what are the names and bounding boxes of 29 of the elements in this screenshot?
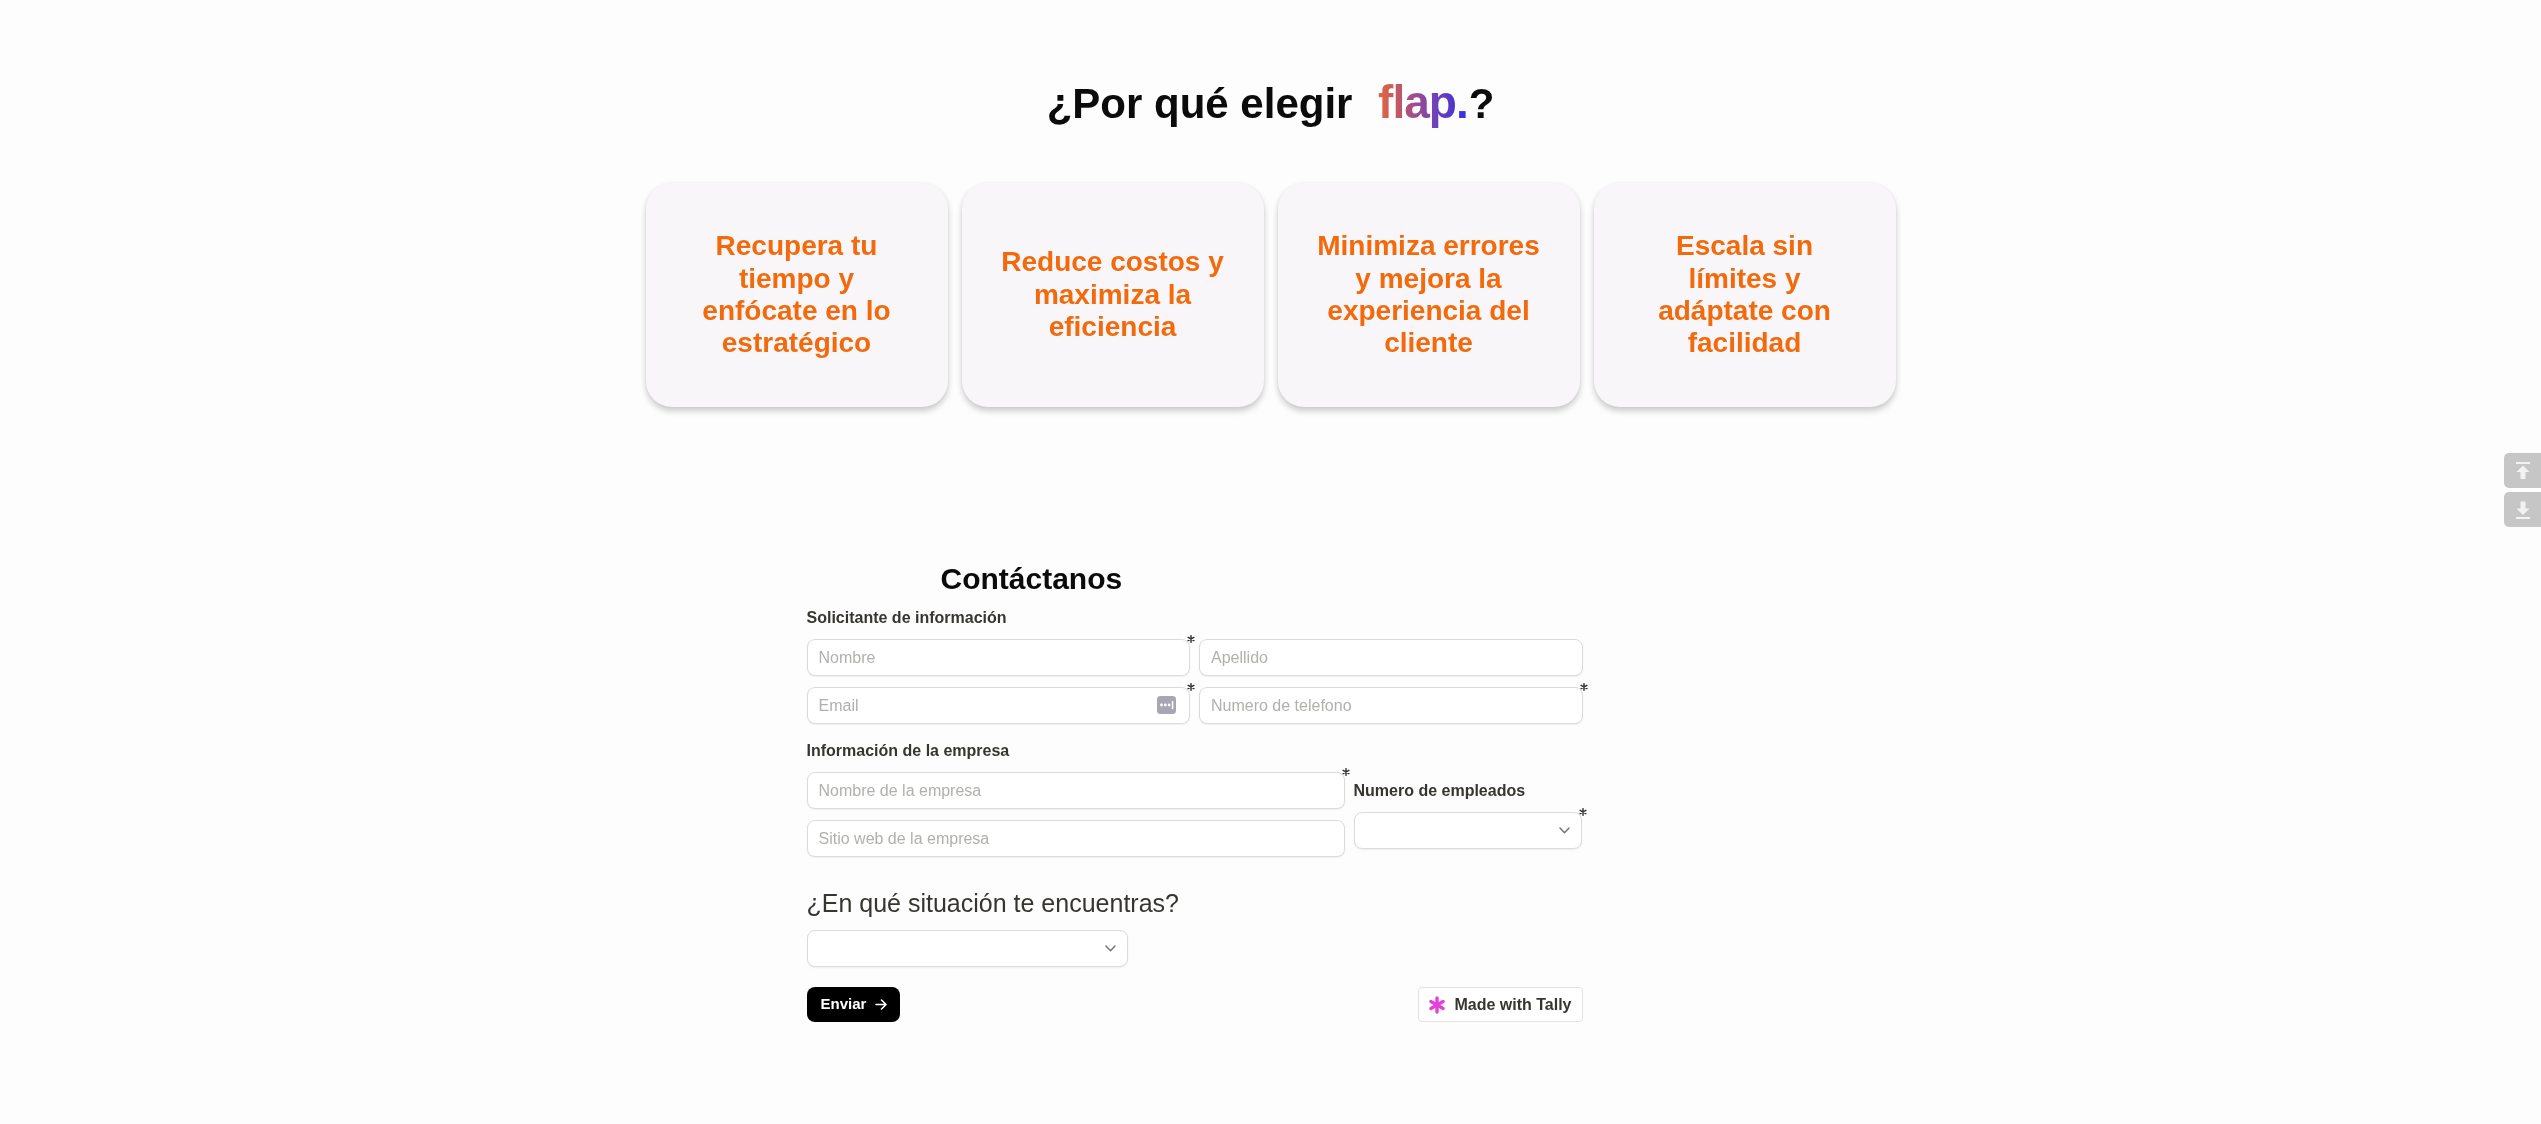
input-field[interactable]: Numero de telefono [1199,687,1583,724]
benefit-text: Recupera tu tiempo y enfócate en lo estratégico [701,230,892,360]
input-field[interactable]: Sitio web de la empresa [806,820,1345,857]
scroll-down-button[interactable] [2504,492,2541,527]
arrow-up-icon [2514,461,2531,480]
chevron-down-icon [1558,826,1570,834]
input-field[interactable]: Nombre [806,639,1190,676]
dots-icon[interactable] [1157,696,1176,714]
benefit-text: Minimiza errores y mejora la experiencia del cliente [1316,230,1541,360]
form-title: Contáctanos [940,561,1124,597]
section-title: ¿Por qué elegir flap.? [1046,77,1495,129]
made-with-tally-link[interactable]: Made with Tally [1418,987,1583,1022]
input-field[interactable]: Nombre de la empresa [806,772,1345,809]
arrow-right-icon [875,999,888,1010]
benefit-text: Reduce costos y maximiza la eficiencia [1000,246,1225,344]
section-label: Información de la empresa [806,741,1011,760]
chevron-down-icon [1104,945,1116,952]
scroll-up-button[interactable] [2504,453,2541,488]
situation-dropdown[interactable] [806,930,1128,967]
benefit-text: Escala sin límites y adáptate con facilidad [1657,230,1832,360]
employees-dropdown[interactable] [1353,811,1582,849]
input-field[interactable]: Apellido [1199,639,1583,676]
section-label: Solicitante de información [806,608,1008,627]
question-text: ¿En qué situación te encuentras? [806,888,1180,918]
input-field[interactable]: Email [806,687,1190,724]
field-label: Numero de empleados [1353,780,1527,800]
asterisk-icon [1428,995,1447,1014]
arrow-down-icon [2514,500,2531,519]
submit-button[interactable]: Enviar [806,987,901,1022]
